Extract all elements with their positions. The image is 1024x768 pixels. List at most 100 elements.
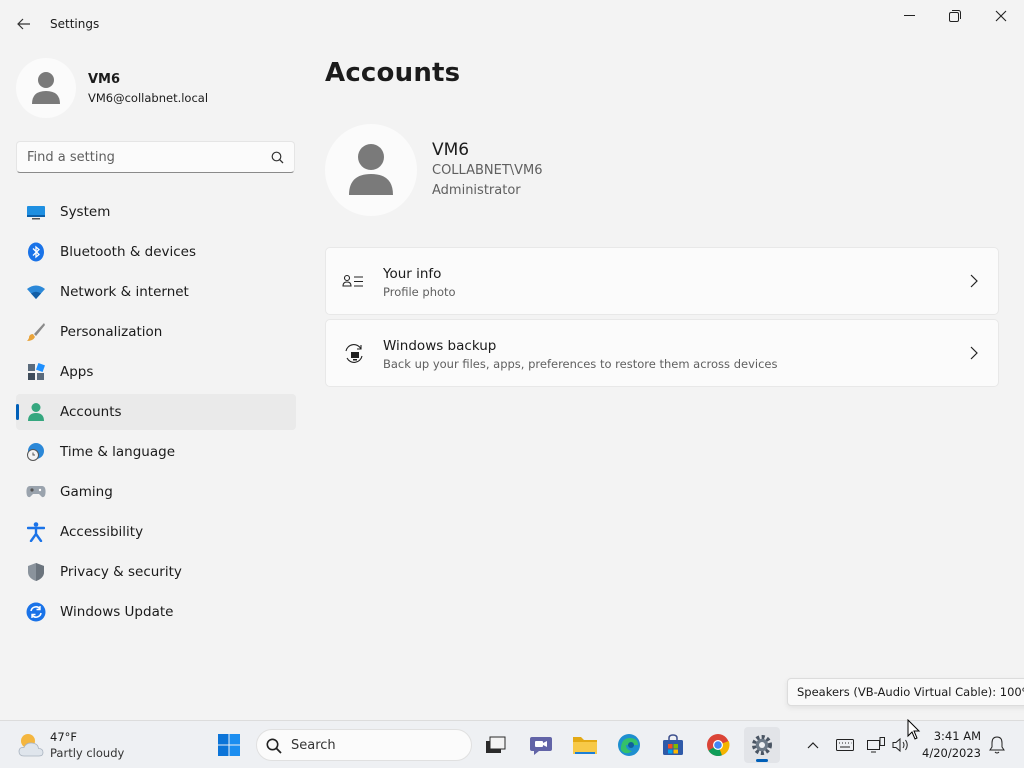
sidebar-item-label: Accessibility xyxy=(60,524,144,540)
apps-icon xyxy=(26,362,46,382)
taskbar: 47°F Partly cloudy Search 3:41 AM 4/20/2… xyxy=(0,720,1024,768)
sidebar-item-label: Bluetooth & devices xyxy=(60,244,197,260)
sidebar-item-label: Windows Update xyxy=(60,604,174,620)
user-avatar-icon xyxy=(32,72,60,104)
person-icon xyxy=(26,402,46,422)
user-avatar-icon xyxy=(349,144,393,195)
sidebar-item-label: Accounts xyxy=(60,404,122,420)
sidebar-item-gaming[interactable]: Gaming xyxy=(16,474,296,510)
task-view-button[interactable] xyxy=(478,727,514,763)
sidebar-item-label: Gaming xyxy=(60,484,113,500)
sidebar-item-system[interactable]: System xyxy=(16,194,296,230)
update-icon xyxy=(26,602,46,622)
network-wired-icon xyxy=(867,737,885,753)
chevron-right-icon xyxy=(970,346,978,360)
restore-icon xyxy=(949,10,961,22)
partly-cloudy-icon xyxy=(18,734,44,757)
edge-button[interactable] xyxy=(611,727,647,763)
file-explorer-button[interactable] xyxy=(567,727,603,763)
notification-button[interactable] xyxy=(986,734,1008,756)
sidebar-item-label: Personalization xyxy=(60,324,163,340)
account-role: Administrator xyxy=(432,183,521,198)
folder-icon xyxy=(573,737,597,754)
account-domain: COLLABNET\VM6 xyxy=(432,163,543,178)
wifi-icon xyxy=(26,282,46,302)
chevron-right-icon xyxy=(970,274,978,288)
your-info-card[interactable]: Your info Profile photo xyxy=(325,247,999,315)
notification-bell-icon xyxy=(989,736,1005,754)
chat-icon xyxy=(530,737,552,755)
sidebar-item-apps[interactable]: Apps xyxy=(16,354,296,390)
windows-logo-icon xyxy=(218,734,240,756)
profile-name: VM6 xyxy=(88,72,121,87)
account-avatar xyxy=(325,124,417,216)
sidebar-item-privacy[interactable]: Privacy & security xyxy=(16,554,296,590)
store-button[interactable] xyxy=(655,727,691,763)
globe-clock-icon xyxy=(26,442,46,462)
minimize-icon xyxy=(903,15,915,16)
volume-tooltip: Speakers (VB-Audio Virtual Cable): 100% xyxy=(787,678,1024,706)
mouse-cursor-icon xyxy=(907,719,921,740)
chrome-button[interactable] xyxy=(700,727,736,763)
network-tray-button[interactable] xyxy=(865,734,887,756)
keyboard-icon xyxy=(836,739,854,751)
sidebar-item-label: Apps xyxy=(60,364,94,380)
bluetooth-icon xyxy=(26,242,46,262)
close-button[interactable] xyxy=(978,0,1024,32)
sidebar-item-network[interactable]: Network & internet xyxy=(16,274,296,310)
sidebar-item-label: System xyxy=(60,204,111,220)
card-title: Windows backup xyxy=(383,338,497,354)
card-title: Your info xyxy=(383,266,442,282)
back-button[interactable] xyxy=(10,12,38,36)
sidebar-item-time-language[interactable]: Time & language xyxy=(16,434,296,470)
title-bar: Settings xyxy=(0,0,1024,48)
close-icon xyxy=(995,10,1007,22)
gear-icon xyxy=(752,735,772,755)
sidebar-item-personalization[interactable]: Personalization xyxy=(16,314,296,350)
sidebar-nav: System Bluetooth & devices Network & int… xyxy=(16,194,296,634)
sidebar-item-windows-update[interactable]: Windows Update xyxy=(16,594,296,630)
weather-desc: Partly cloudy xyxy=(50,746,125,760)
brush-icon xyxy=(26,322,46,342)
gamepad-icon xyxy=(26,482,46,502)
task-view-icon xyxy=(486,736,506,753)
sidebar-item-label: Privacy & security xyxy=(60,564,182,580)
accessibility-icon xyxy=(26,522,46,542)
profile-info-icon xyxy=(342,274,363,287)
chevron-up-icon xyxy=(807,742,819,749)
show-hidden-icons-button[interactable] xyxy=(802,734,824,756)
settings-taskbar-button[interactable] xyxy=(744,727,780,763)
taskbar-search[interactable]: Search xyxy=(256,729,472,761)
sidebar-item-label: Network & internet xyxy=(60,284,189,300)
monitor-icon xyxy=(26,202,46,222)
arrow-left-icon xyxy=(17,18,30,30)
avatar xyxy=(16,58,76,118)
clock-date[interactable]: 4/20/2023 xyxy=(921,746,981,760)
maximize-button[interactable] xyxy=(932,0,978,32)
touch-keyboard-button[interactable] xyxy=(834,734,856,756)
search-placeholder: Find a setting xyxy=(27,150,115,165)
search-icon xyxy=(266,738,282,754)
profile-email: VM6@collabnet.local xyxy=(88,91,209,105)
edge-icon xyxy=(618,734,640,756)
page-title: Accounts xyxy=(325,58,461,88)
sidebar-item-accessibility[interactable]: Accessibility xyxy=(16,514,296,550)
taskbar-search-label: Search xyxy=(291,738,336,753)
windows-backup-card[interactable]: Windows backup Back up your files, apps,… xyxy=(325,319,999,387)
store-icon xyxy=(663,734,683,755)
search-input[interactable]: Find a setting xyxy=(16,141,295,173)
clock-time[interactable]: 3:41 AM xyxy=(925,729,981,743)
card-subtitle: Profile photo xyxy=(383,285,456,299)
backup-icon xyxy=(345,344,363,363)
weather-temp: 47°F xyxy=(50,730,77,744)
account-name: VM6 xyxy=(432,140,470,160)
teams-chat-button[interactable] xyxy=(523,727,559,763)
minimize-button[interactable] xyxy=(886,0,932,32)
search-icon xyxy=(271,151,284,164)
sidebar-item-bluetooth[interactable]: Bluetooth & devices xyxy=(16,234,296,270)
card-subtitle: Back up your files, apps, preferences to… xyxy=(383,357,778,371)
start-button[interactable] xyxy=(211,727,247,763)
sidebar-item-label: Time & language xyxy=(60,444,176,460)
sidebar-item-accounts[interactable]: Accounts xyxy=(16,394,296,430)
shield-icon xyxy=(26,562,46,582)
